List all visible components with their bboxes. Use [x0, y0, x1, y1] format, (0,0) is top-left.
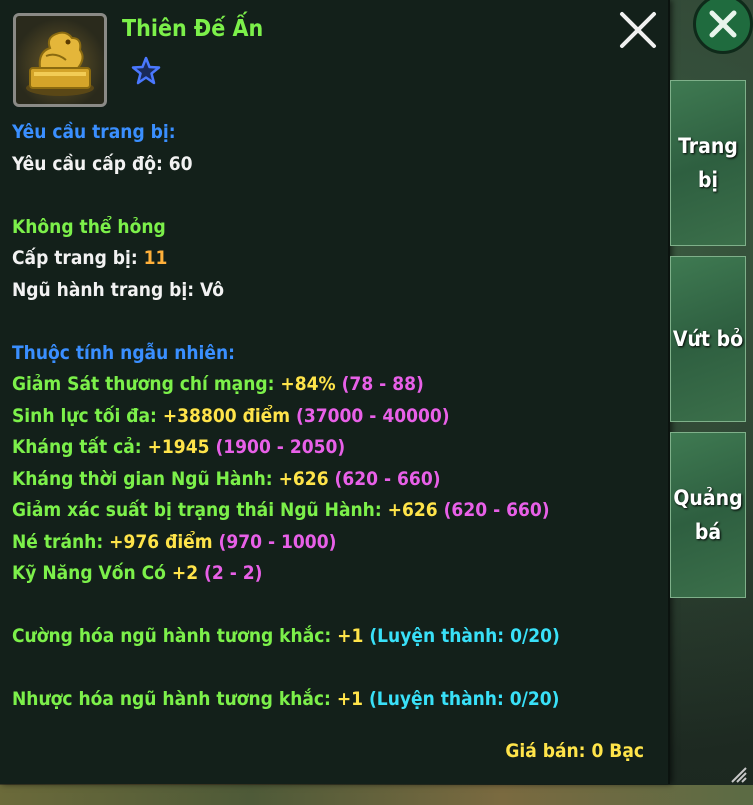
bonus-value: +1: [336, 688, 364, 710]
equip-level-label: Cấp trang bị:: [12, 247, 138, 269]
attr-row: Kháng thời gian Ngũ Hành: +626 (620 - 66…: [12, 464, 560, 496]
attr-label: Giảm xác suất bị trạng thái Ngũ Hành:: [12, 499, 382, 521]
promote-button-label-2: bá: [694, 520, 722, 544]
attr-value: +1945: [147, 436, 210, 458]
attr-range: (2 - 2): [204, 562, 263, 584]
attr-row: Sinh lực tối đa: +38800 điểm (37000 - 40…: [12, 401, 560, 433]
random-attrs-heading: Thuộc tính ngẫu nhiên:: [12, 341, 236, 364]
star-outline-icon: [131, 56, 161, 85]
window-close-button[interactable]: [693, 0, 753, 54]
attr-range: (78 - 88): [341, 373, 424, 395]
attr-row: Né tránh: +976 điểm (970 - 1000): [12, 527, 560, 559]
item-tooltip-panel: Thiên Đế Ấn Yêu cầu trang bị: Yêu cầu cấ…: [0, 0, 670, 784]
golden-seal-icon: [26, 31, 94, 96]
equip-button-label: Trang bị: [678, 134, 738, 192]
attr-label: Kháng thời gian Ngũ Hành:: [12, 467, 273, 490]
promote-button-label-1: Quảng: [673, 486, 743, 510]
attr-row: Giảm Sát thương chí mạng: +84% (78 - 88): [12, 369, 560, 401]
attr-value: +626: [387, 499, 438, 521]
close-icon[interactable]: [616, 8, 660, 52]
discard-button-label: Vứt bỏ: [672, 327, 744, 351]
bonus-label: Cường hóa ngũ hành tương khắc:: [12, 625, 332, 647]
item-details: Yêu cầu trang bị: Yêu cầu cấp độ: 60 Khô…: [12, 117, 560, 716]
unbreakable-label: Không thể hỏng: [12, 215, 166, 238]
element-bonus-row: Cường hóa ngũ hành tương khắc: +1 (Luyện…: [12, 621, 560, 653]
action-column: Trang bị Vứt bỏ Quảng bá: [668, 0, 753, 784]
attr-row: Kháng tất cả: +1945 (1900 - 2050): [12, 432, 560, 464]
attr-range: (620 - 660): [443, 499, 550, 521]
attr-label: Kỹ Năng Vốn Có: [12, 562, 166, 584]
attr-value: +84%: [280, 373, 336, 395]
attr-value: +626: [278, 467, 329, 490]
attr-label: Kháng tất cả:: [12, 436, 142, 458]
attr-row: Kỹ Năng Vốn Có +2 (2 - 2): [12, 558, 560, 590]
bonus-label: Nhược hóa ngũ hành tương khắc:: [12, 688, 331, 710]
attr-row: Giảm xác suất bị trạng thái Ngũ Hành: +6…: [12, 495, 560, 527]
attr-label: Sinh lực tối đa:: [12, 404, 157, 427]
level-requirement: Yêu cầu cấp độ: 60: [12, 152, 193, 175]
attr-range: (1900 - 2050): [215, 436, 346, 458]
attr-value: +38800 điểm: [162, 404, 291, 427]
close-icon: [709, 10, 737, 38]
attr-label: Giảm Sát thương chí mạng:: [12, 373, 275, 395]
promote-button[interactable]: Quảng bá: [670, 432, 746, 598]
attr-range: (37000 - 40000): [296, 404, 450, 427]
bonus-note: (Luyện thành: 0/20): [369, 688, 560, 710]
game-background-strip: [0, 785, 753, 805]
equip-level: Cấp trang bị: 11: [12, 243, 560, 275]
equip-level-value: 11: [143, 247, 168, 269]
attr-range: (620 - 660): [334, 467, 441, 490]
attr-range: (970 - 1000): [218, 530, 337, 553]
attr-value: +2: [171, 562, 199, 584]
equip-button[interactable]: Trang bị: [670, 80, 746, 246]
attr-value: +976 điểm: [109, 530, 213, 553]
attr-label: Né tránh:: [12, 530, 104, 553]
discard-button[interactable]: Vứt bỏ: [670, 256, 746, 422]
bonus-note: (Luyện thành: 0/20): [369, 625, 560, 647]
bonus-value: +1: [337, 625, 364, 647]
item-name: Thiên Đế Ấn: [122, 16, 264, 42]
sell-price: Giá bán: 0 Bạc: [505, 740, 644, 762]
element-label: Ngũ hành trang bị: Vô: [12, 278, 224, 301]
element-bonus-row: Nhược hóa ngũ hành tương khắc: +1 (Luyện…: [12, 684, 560, 716]
resize-handle-icon[interactable]: [730, 766, 748, 784]
item-icon-frame: [13, 13, 107, 107]
requirements-heading: Yêu cầu trang bị:: [12, 121, 176, 143]
